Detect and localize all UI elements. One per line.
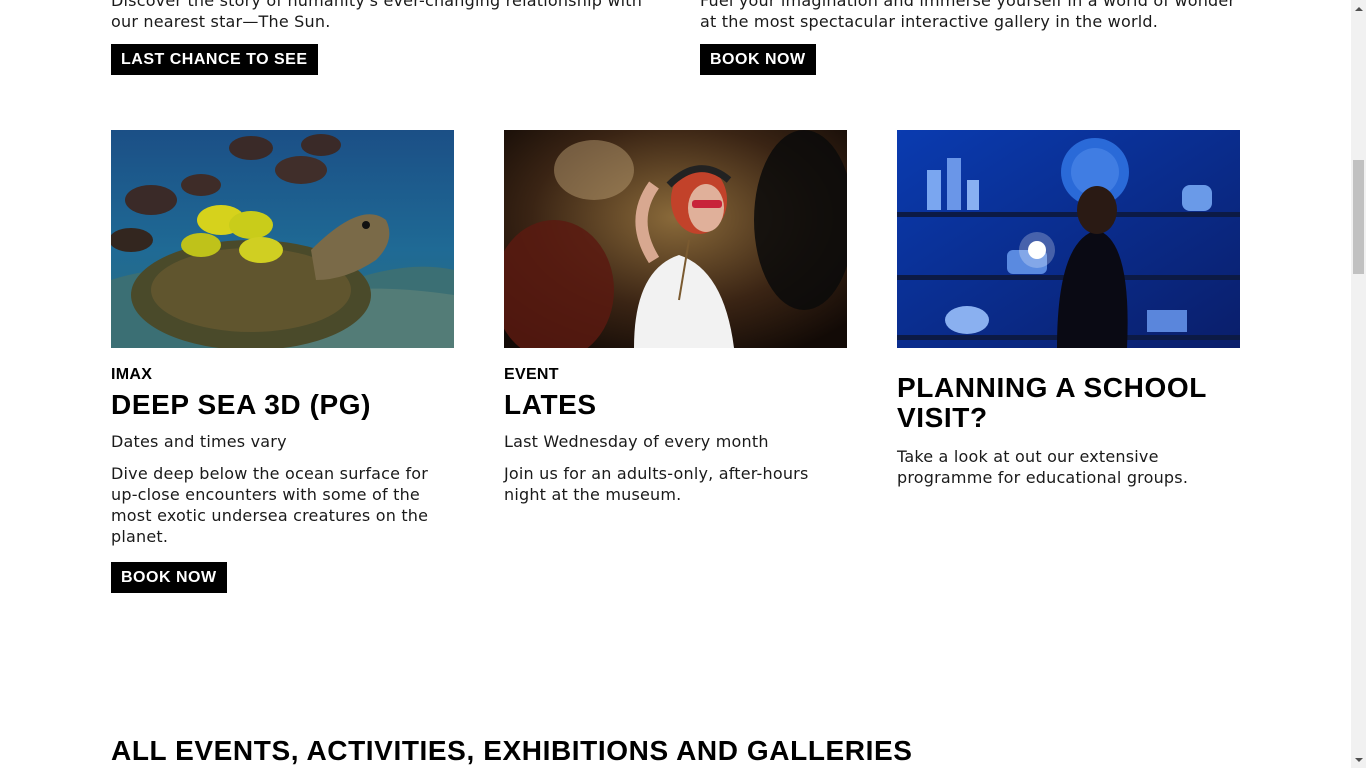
school-visit-image[interactable]: [897, 130, 1240, 348]
card-description: Take a look at out our extensive program…: [897, 447, 1189, 487]
book-now-button[interactable]: BOOK NOW: [111, 562, 227, 593]
card-category: IMAX: [111, 366, 153, 383]
scroll-up-arrow-icon[interactable]: [1351, 0, 1366, 17]
deep-sea-illustration: [111, 130, 454, 348]
vertical-scrollbar[interactable]: [1351, 0, 1366, 768]
card-dates: Last Wednesday of every month: [504, 432, 769, 451]
top-card-gallery: Fuel your imagination and immerse yourse…: [700, 0, 1240, 75]
card-school-visit: PLANNING A SCHOOL VISIT? Take a look at …: [897, 130, 1240, 488]
deep-sea-image[interactable]: [111, 130, 454, 348]
lates-illustration: [504, 130, 847, 348]
top-card-description: Fuel your imagination and immerse yourse…: [700, 0, 1236, 31]
card-title[interactable]: DEEP SEA 3D (PG): [111, 390, 454, 420]
scrollbar-thumb[interactable]: [1353, 160, 1364, 274]
card-lates: EVENT LATES Last Wednesday of every mont…: [504, 130, 847, 505]
card-description: Dive deep below the ocean surface for up…: [111, 464, 429, 546]
card-title[interactable]: LATES: [504, 390, 847, 420]
scroll-down-arrow-icon[interactable]: [1351, 751, 1366, 768]
book-now-button[interactable]: BOOK NOW: [700, 44, 816, 75]
school-visit-illustration: [897, 130, 1240, 348]
page: Discover the story of humanity's ever-ch…: [0, 0, 1351, 768]
lates-image[interactable]: [504, 130, 847, 348]
all-events-heading: ALL EVENTS, ACTIVITIES, EXHIBITIONS AND …: [111, 735, 913, 766]
card-category: EVENT: [504, 366, 559, 383]
card-title[interactable]: PLANNING A SCHOOL VISIT?: [897, 373, 1240, 433]
top-card-sun: Discover the story of humanity's ever-ch…: [111, 0, 651, 75]
top-card-description: Discover the story of humanity's ever-ch…: [111, 0, 643, 31]
last-chance-button[interactable]: LAST CHANCE TO SEE: [111, 44, 318, 75]
card-deep-sea: IMAX DEEP SEA 3D (PG) Dates and times va…: [111, 130, 454, 593]
card-description: Join us for an adults-only, after-hours …: [504, 464, 809, 504]
card-dates: Dates and times vary: [111, 432, 287, 451]
